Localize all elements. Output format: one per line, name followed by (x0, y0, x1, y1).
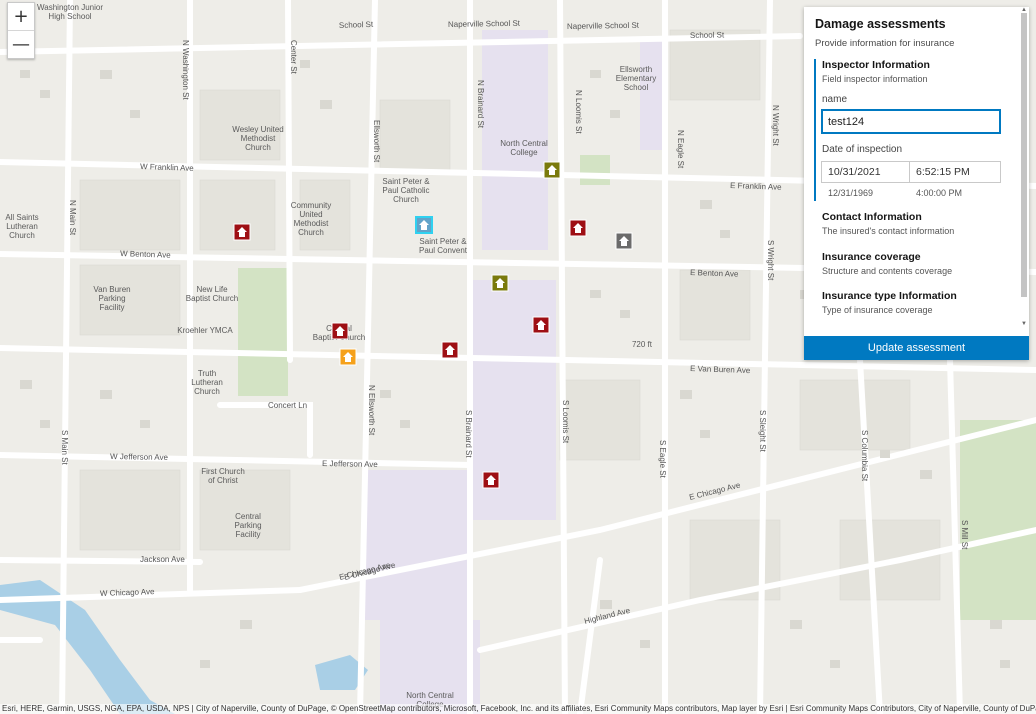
group-inspector-information[interactable]: Inspector Information Field inspector in… (814, 59, 1018, 84)
street-label: Naperville School St (567, 21, 640, 31)
place-label: Central Parking Facility (234, 512, 261, 539)
group-description: Structure and contents coverage (822, 266, 953, 276)
group-insurance-coverage[interactable]: Insurance coverage Structure and content… (814, 251, 1018, 276)
date-label: Date of inspection (822, 144, 903, 155)
scrollbar-thumb[interactable] (1021, 13, 1027, 297)
damage-marker-unknown-icon[interactable] (615, 232, 633, 250)
street-label: Jackson Ave (140, 555, 185, 564)
street-label: Concert Ln (268, 401, 307, 410)
street-label: W Jefferson Ave (110, 452, 169, 462)
street-label: E Franklin Ave (730, 181, 782, 192)
street-label: S Eagle St (658, 440, 667, 479)
damage-marker-minor-icon[interactable] (543, 161, 561, 179)
street-label: W Franklin Ave (140, 162, 194, 173)
damage-marker-destroyed-icon[interactable] (532, 316, 550, 334)
map-attribution: Esri, HERE, Garmin, USGS, NGA, EPA, USDA… (0, 704, 1036, 714)
street-label: Ellsworth St (372, 120, 381, 163)
street-label: S Wright St (766, 240, 775, 281)
street-label: W Chicago Ave (100, 587, 155, 598)
group-description: The insured's contact information (822, 226, 955, 236)
panel-title: Damage assessments (815, 17, 946, 31)
form-scroll-area[interactable]: Damage assessments Provide information f… (804, 7, 1018, 329)
zoom-control: + — (7, 2, 35, 59)
damage-marker-selected-icon[interactable] (415, 216, 433, 234)
street-label: E Jefferson Ave (322, 459, 378, 469)
damage-marker-destroyed-icon[interactable] (233, 223, 251, 241)
street-label: School St (690, 30, 725, 40)
street-label: N Ellsworth St (367, 385, 376, 436)
place-label: Kroehler YMCA (177, 326, 233, 335)
street-label: N Wright St (771, 105, 780, 147)
street-label: Center St (289, 40, 298, 75)
scroll-down-icon[interactable]: ▼ (1021, 321, 1027, 327)
damage-marker-destroyed-icon[interactable] (482, 471, 500, 489)
time-input[interactable] (910, 162, 1000, 182)
street-label: N Brainard St (476, 80, 485, 129)
date-time-field (821, 161, 1001, 183)
street-label: S Main St (60, 430, 69, 465)
zoom-in-button[interactable]: + (8, 3, 34, 30)
time-hint: 4:00:00 PM (916, 188, 963, 198)
damage-marker-affected-icon[interactable] (339, 348, 357, 366)
group-insurance-type-information[interactable]: Insurance type Information Type of insur… (814, 290, 1018, 315)
group-description: Type of insurance coverage (822, 305, 933, 315)
place-label: Saint Peter & Paul Convent (419, 237, 468, 255)
street-label: N Main St (68, 200, 77, 236)
damage-marker-destroyed-icon[interactable] (569, 219, 587, 237)
group-contact-information[interactable]: Contact Information The insured's contac… (814, 211, 1018, 236)
place-label: All Saints Lutheran Church (5, 213, 38, 240)
zoom-out-button[interactable]: — (8, 30, 34, 58)
date-input[interactable] (822, 162, 910, 182)
group-title: Insurance coverage (822, 251, 921, 263)
panel-subtitle: Provide information for insurance (815, 38, 955, 49)
street-label: S Brainard St (464, 410, 473, 458)
street-label: W Benton Ave (120, 249, 171, 260)
damage-assessment-panel: Damage assessments Provide information f… (804, 7, 1029, 360)
street-label: S Sleight St (758, 410, 767, 453)
street-label: S Loomis St (561, 400, 570, 444)
street-label: S Columbia St (860, 430, 869, 482)
damage-marker-destroyed-icon[interactable] (331, 322, 349, 340)
street-label: N Washington St (181, 40, 190, 101)
group-title: Contact Information (822, 211, 922, 223)
street-label: N Loomis St (574, 90, 583, 134)
street-label: E Benton Ave (690, 268, 739, 279)
name-field[interactable] (821, 109, 1001, 134)
place-label: 720 ft (632, 340, 653, 349)
name-label: name (822, 94, 848, 105)
date-hint: 12/31/1969 (828, 188, 874, 198)
update-assessment-button[interactable]: Update assessment (804, 336, 1029, 360)
street-label: Naperville School St (448, 19, 521, 29)
street-label: School St (339, 20, 374, 30)
street-label: S Mill St (960, 520, 969, 550)
group-title: Insurance type Information (822, 290, 957, 302)
group-title: Inspector Information (822, 59, 930, 71)
damage-marker-minor-icon[interactable] (491, 274, 509, 292)
panel-scrollbar[interactable]: ▲ ▼ (1019, 7, 1029, 329)
damage-marker-destroyed-icon[interactable] (441, 341, 459, 359)
street-label: N Eagle St (676, 130, 685, 169)
